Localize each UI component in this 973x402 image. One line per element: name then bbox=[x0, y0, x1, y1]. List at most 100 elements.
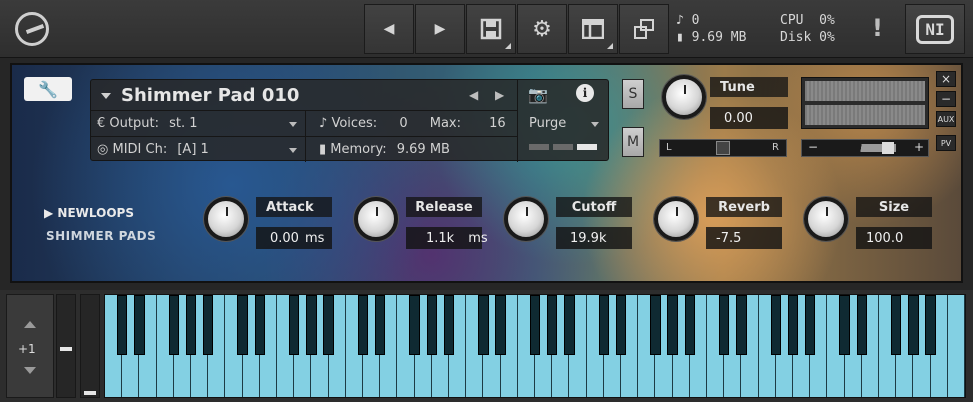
black-key[interactable] bbox=[409, 295, 420, 355]
black-key[interactable] bbox=[736, 295, 747, 355]
arrow-left-icon: ◀ bbox=[383, 21, 395, 37]
divider bbox=[91, 110, 517, 111]
memory-icon: ▮ bbox=[676, 30, 684, 45]
black-key[interactable] bbox=[134, 295, 145, 355]
close-instrument-button[interactable]: × bbox=[936, 71, 956, 87]
voices-icon: ♪ bbox=[676, 13, 684, 28]
black-key[interactable] bbox=[770, 295, 781, 355]
reverb-value[interactable]: -7.5 bbox=[706, 227, 782, 249]
pan-left-label: L bbox=[666, 142, 672, 153]
midi-channel-row[interactable]: ◎ MIDI Ch: [A] 1 bbox=[97, 142, 209, 157]
max-voices-value[interactable]: 16 bbox=[489, 116, 506, 131]
black-key[interactable] bbox=[289, 295, 300, 355]
camera-icon[interactable]: 📷 bbox=[528, 85, 548, 104]
size-value[interactable]: 100.0 bbox=[856, 227, 932, 249]
octave-down-arrow-icon[interactable] bbox=[24, 367, 36, 374]
size-knob[interactable] bbox=[804, 197, 848, 241]
black-key[interactable] bbox=[375, 295, 386, 355]
black-key[interactable] bbox=[891, 295, 902, 355]
black-key[interactable] bbox=[443, 295, 455, 355]
mute-button[interactable]: M bbox=[622, 127, 644, 157]
black-key[interactable] bbox=[237, 295, 248, 355]
white-key[interactable] bbox=[947, 295, 965, 397]
prev-preset-arrow-icon[interactable]: ◀ bbox=[469, 88, 478, 102]
reverb-knob[interactable] bbox=[654, 197, 698, 241]
black-key[interactable] bbox=[650, 295, 661, 355]
arrow-right-icon: ▶ bbox=[434, 21, 446, 37]
black-key[interactable] bbox=[598, 295, 609, 355]
octave-up-arrow-icon[interactable] bbox=[24, 321, 36, 328]
black-key[interactable] bbox=[185, 295, 197, 355]
settings-button[interactable]: ⚙ bbox=[517, 4, 567, 54]
black-key[interactable] bbox=[426, 295, 437, 355]
output-label: Output: bbox=[109, 116, 159, 131]
release-value[interactable]: 1.1k ms bbox=[406, 227, 488, 249]
volume-slider[interactable]: − + bbox=[801, 139, 929, 157]
cpu-value: 0% bbox=[819, 13, 835, 28]
cutoff-value[interactable]: 19.9k bbox=[556, 227, 632, 249]
tune-knob[interactable] bbox=[662, 75, 706, 119]
black-key[interactable] bbox=[254, 295, 265, 355]
attack-value[interactable]: 0.00 ms bbox=[256, 227, 332, 249]
black-key[interactable] bbox=[615, 295, 627, 355]
black-key[interactable] bbox=[306, 295, 317, 355]
pv-button[interactable]: PV bbox=[936, 135, 956, 151]
kontakt-logo-icon[interactable] bbox=[15, 12, 49, 46]
black-key[interactable] bbox=[478, 295, 489, 355]
midi-dropdown-icon[interactable] bbox=[289, 148, 297, 153]
black-key[interactable] bbox=[684, 295, 695, 355]
newloops-logo-icon: ▶ bbox=[44, 206, 54, 220]
cpu-label: CPU bbox=[780, 13, 804, 28]
black-key[interactable] bbox=[719, 295, 730, 355]
pan-slider[interactable]: L R bbox=[659, 139, 787, 157]
volume-handle[interactable] bbox=[882, 142, 894, 154]
tune-value[interactable]: 0.00 bbox=[710, 107, 788, 129]
black-key[interactable] bbox=[787, 295, 799, 355]
black-key[interactable] bbox=[203, 295, 214, 355]
output-row[interactable]: € Output: st. 1 bbox=[97, 116, 198, 131]
purge-menu[interactable]: Purge bbox=[529, 116, 566, 131]
pitch-wheel[interactable] bbox=[80, 294, 100, 398]
ni-logo-button[interactable]: NI bbox=[905, 4, 965, 54]
black-key[interactable] bbox=[547, 295, 558, 355]
purge-dropdown-icon[interactable] bbox=[591, 122, 599, 127]
black-key[interactable] bbox=[564, 295, 575, 355]
piano-keyboard[interactable] bbox=[104, 294, 966, 398]
solo-button[interactable]: S bbox=[622, 79, 644, 109]
attack-knob[interactable] bbox=[204, 197, 248, 241]
output-dropdown-icon[interactable] bbox=[289, 122, 297, 127]
kontakt-window: ◀ ▶ ⚙ ♪ 0 ▮ 9.69 MB CPU 0% Disk 0% ! NI … bbox=[0, 0, 973, 402]
black-key[interactable] bbox=[839, 295, 850, 355]
black-key[interactable] bbox=[925, 295, 936, 355]
wrench-edit-button[interactable]: 🔧 bbox=[24, 77, 72, 101]
save-button[interactable] bbox=[466, 4, 516, 54]
aux-button[interactable]: AUX bbox=[936, 111, 956, 127]
black-key[interactable] bbox=[805, 295, 816, 355]
collapse-triangle-icon[interactable] bbox=[101, 93, 111, 99]
max-label: Max: bbox=[429, 116, 462, 131]
black-key[interactable] bbox=[856, 295, 867, 355]
next-preset-arrow-icon[interactable]: ▶ bbox=[495, 88, 504, 102]
black-key[interactable] bbox=[667, 295, 678, 355]
pan-handle[interactable] bbox=[716, 141, 730, 155]
minimize-view-button[interactable] bbox=[619, 4, 669, 54]
black-key[interactable] bbox=[529, 295, 541, 355]
minimize-instrument-button[interactable]: − bbox=[936, 91, 956, 107]
cutoff-knob[interactable] bbox=[504, 197, 548, 241]
product-name: SHIMMER PADS bbox=[46, 229, 157, 243]
info-icon[interactable]: i bbox=[576, 84, 594, 102]
black-key[interactable] bbox=[117, 295, 128, 355]
black-key[interactable] bbox=[908, 295, 919, 355]
black-key[interactable] bbox=[495, 295, 506, 355]
size-label: Size bbox=[856, 197, 932, 217]
black-key[interactable] bbox=[168, 295, 179, 355]
black-key[interactable] bbox=[323, 295, 334, 355]
prev-instrument-button[interactable]: ◀ bbox=[364, 4, 414, 54]
next-instrument-button[interactable]: ▶ bbox=[415, 4, 465, 54]
release-knob[interactable] bbox=[354, 197, 398, 241]
warning-icon[interactable]: ! bbox=[872, 14, 883, 42]
black-key[interactable] bbox=[357, 295, 369, 355]
workspace-layout-button[interactable] bbox=[568, 4, 618, 54]
instrument-name[interactable]: Shimmer Pad 010 bbox=[121, 85, 299, 106]
mod-wheel[interactable] bbox=[56, 294, 76, 398]
